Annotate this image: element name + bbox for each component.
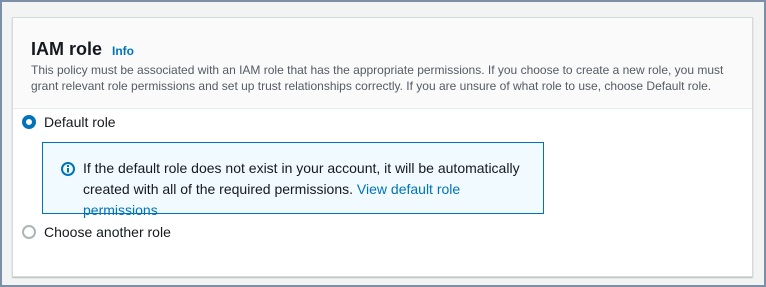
default-role-label[interactable]: Default role [44,114,116,130]
alert-message: If the default role does not exist in yo… [83,158,533,221]
another-role-option[interactable]: Choose another role [22,224,171,240]
default-role-radio[interactable] [22,115,36,129]
screenshot-frame: IAM role Info This policy must be associ… [0,0,766,287]
info-link[interactable]: Info [112,44,134,58]
panel-header: IAM role Info This policy must be associ… [13,18,752,109]
another-role-radio[interactable] [22,225,36,239]
panel-title: IAM role [31,39,103,59]
info-circle-icon [61,162,75,176]
another-role-label[interactable]: Choose another role [44,224,171,240]
panel-description: This policy must be associated with an I… [31,63,724,93]
info-alert: If the default role does not exist in yo… [42,142,544,218]
default-role-option[interactable]: Default role [22,114,116,130]
title-row: IAM role Info [31,39,134,60]
